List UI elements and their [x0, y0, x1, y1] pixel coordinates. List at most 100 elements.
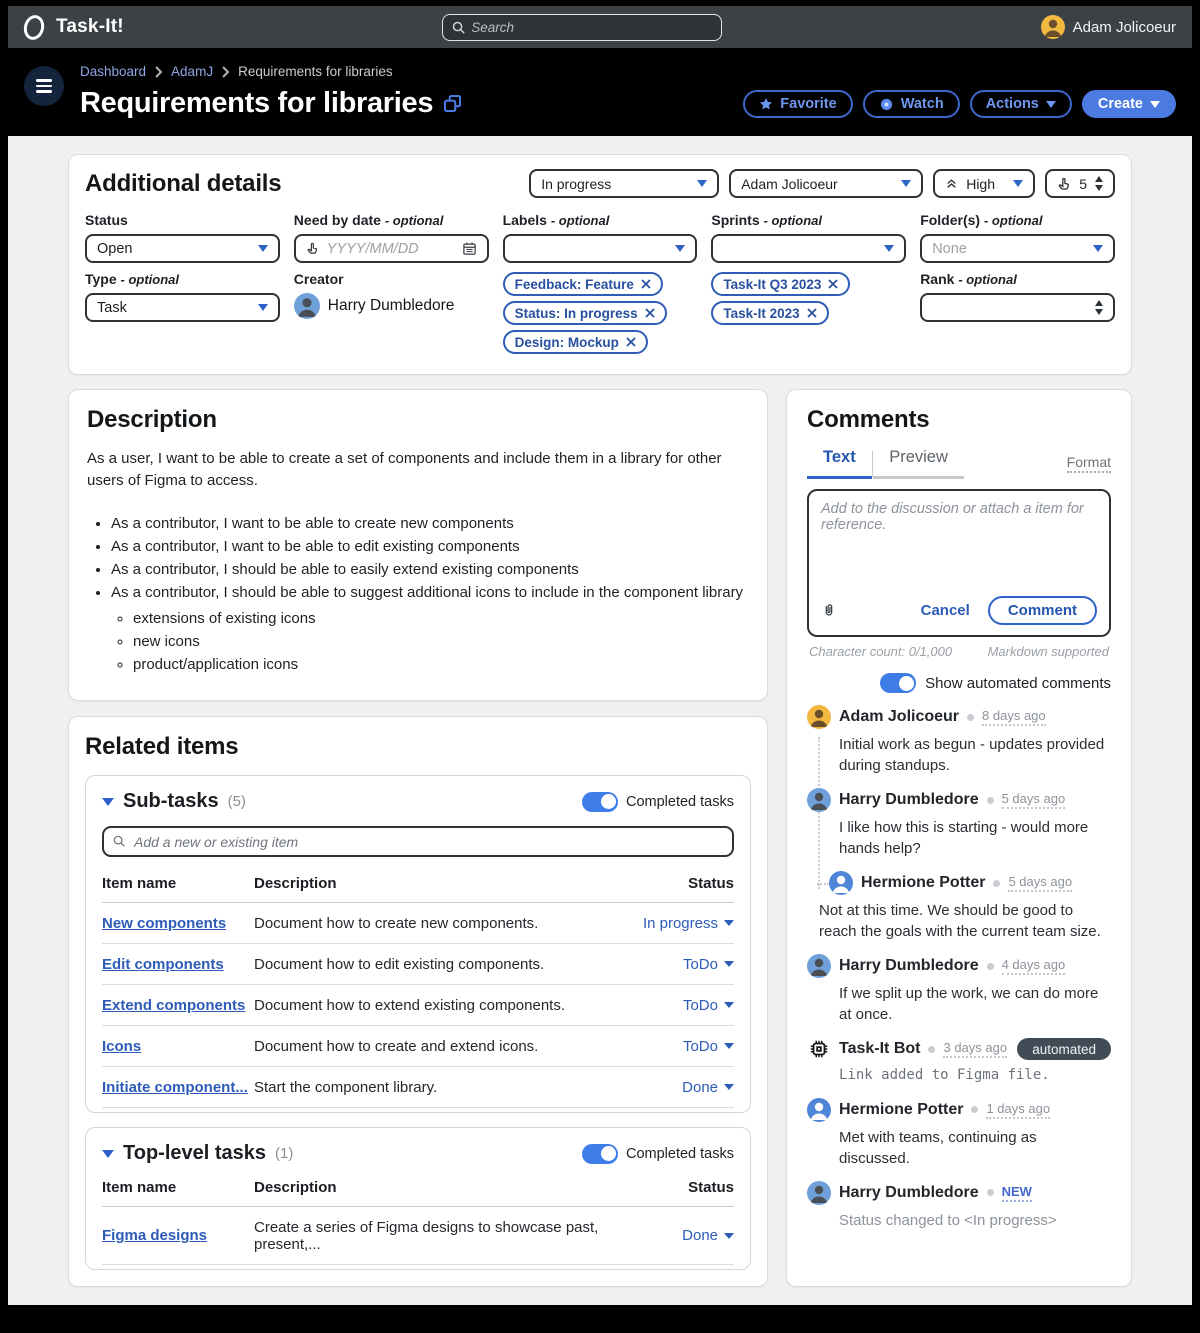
label-chip[interactable]: Status: In progress [503, 301, 667, 325]
collapse-icon[interactable] [102, 1150, 114, 1158]
automated-comments-toggle[interactable] [880, 673, 916, 693]
label-chip[interactable]: Feedback: Feature [503, 272, 663, 296]
create-button[interactable]: Create [1082, 90, 1176, 118]
breadcrumb-adamj[interactable]: AdamJ [171, 64, 213, 79]
close-icon[interactable] [828, 279, 838, 289]
column-header: Description [254, 1165, 622, 1207]
topbar: Task-It! Adam Jolicoeur [8, 6, 1192, 48]
user-menu[interactable]: Adam Jolicoeur [1041, 15, 1176, 39]
points-stepper[interactable]: 5 [1045, 169, 1115, 198]
comment-timestamp[interactable]: 3 days ago [943, 1040, 1007, 1058]
comment-timestamp[interactable]: 4 days ago [1002, 957, 1066, 975]
commenter-name: Hermione Potter [839, 1101, 963, 1119]
search-input[interactable] [442, 14, 722, 41]
need-by-date-input[interactable]: YYYY/MM/DD [294, 234, 489, 263]
completed-tasks-toggle[interactable] [582, 1144, 618, 1164]
priority-quick-dropdown[interactable]: High [933, 169, 1035, 198]
status-dropdown[interactable]: ToDo [683, 997, 734, 1014]
status-dropdown[interactable]: Open [85, 234, 280, 263]
creator-name: Harry Dumbledore [328, 297, 455, 315]
add-item-input[interactable] [102, 826, 734, 857]
breadcrumb-dashboard[interactable]: Dashboard [80, 64, 146, 79]
item-link[interactable]: Figma designs [102, 1227, 207, 1244]
menu-button[interactable] [24, 66, 64, 106]
rank-input[interactable] [920, 293, 1115, 322]
search-icon [451, 20, 466, 35]
comment-timestamp[interactable]: 1 days ago [986, 1101, 1050, 1119]
copy-icon[interactable] [443, 94, 462, 113]
status-dropdown[interactable]: ToDo [683, 1038, 734, 1055]
app-logo-icon [21, 12, 46, 41]
item-link[interactable]: Initiate component... [102, 1079, 248, 1096]
tab-preview[interactable]: Preview [873, 448, 964, 479]
completed-tasks-toggle[interactable] [582, 792, 618, 812]
description-sub-bullet: new icons [133, 630, 749, 653]
comment-text: I like how this is starting - would more… [839, 817, 1111, 859]
status-dropdown[interactable]: ToDo [683, 956, 734, 973]
folders-label: Folder(s) - optional [920, 212, 1115, 228]
sprint-chip[interactable]: Task-It 2023 [711, 301, 828, 325]
watch-button[interactable]: Watch [863, 90, 960, 118]
format-link[interactable]: Format [1067, 454, 1111, 473]
sprints-dropdown[interactable] [711, 234, 906, 263]
type-dropdown[interactable]: Task [85, 293, 280, 322]
item-link[interactable]: Extend components [102, 997, 245, 1014]
item-link[interactable]: Edit components [102, 956, 224, 973]
table-row: New components Document how to create ne… [102, 903, 734, 944]
status-quick-dropdown[interactable]: In progress [529, 169, 719, 198]
close-icon[interactable] [645, 308, 655, 318]
tab-text[interactable]: Text [807, 448, 872, 479]
calendar-icon[interactable] [462, 241, 477, 256]
collapse-icon[interactable] [102, 798, 114, 806]
need-by-date-label: Need by date - optional [294, 212, 489, 228]
close-icon[interactable] [641, 279, 651, 289]
caret-down-icon [1013, 180, 1023, 187]
topbar-center [124, 14, 1041, 41]
watch-icon [879, 97, 894, 112]
status-dropdown[interactable]: In progress [643, 915, 734, 932]
related-items-card: Related items Sub-tasks (5) Completed ta… [68, 716, 768, 1287]
assignee-quick-dropdown[interactable]: Adam Jolicoeur [729, 169, 923, 198]
sprints-label: Sprints - optional [711, 212, 906, 228]
date-placeholder: YYYY/MM/DD [327, 241, 419, 257]
comment-timestamp[interactable]: 5 days ago [1002, 791, 1066, 809]
comment-timestamp[interactable]: 8 days ago [982, 708, 1046, 726]
status-dropdown[interactable]: Done [682, 1079, 734, 1096]
comment-button[interactable]: Comment [988, 596, 1097, 625]
column-header: Item name [102, 861, 254, 903]
favorite-button[interactable]: Favorite [743, 90, 852, 118]
folders-dropdown[interactable]: None [920, 234, 1115, 263]
toplevel-title: Top-level tasks [123, 1142, 266, 1165]
status-dropdown[interactable]: Done [682, 1227, 734, 1244]
cancel-button[interactable]: Cancel [921, 602, 970, 619]
sprint-chip[interactable]: Task-It Q3 2023 [711, 272, 850, 296]
commenter-name: Harry Dumbledore [839, 1184, 979, 1202]
pointing-hand-icon [306, 242, 319, 255]
labels-dropdown[interactable] [503, 234, 698, 263]
chevron-right-icon [221, 66, 230, 78]
close-icon[interactable] [807, 308, 817, 318]
close-icon[interactable] [626, 337, 636, 347]
description-card: Description As a user, I want to be able… [68, 389, 768, 701]
comment-timestamp[interactable]: 5 days ago [1008, 874, 1072, 892]
comment-text: Initial work as begun - updates provided… [839, 734, 1111, 776]
actions-button[interactable]: Actions [970, 90, 1072, 118]
commenter-name: Adam Jolicoeur [839, 708, 959, 726]
comment-textarea[interactable] [819, 499, 1099, 587]
item-link[interactable]: Icons [102, 1038, 141, 1055]
toplevel-tasks-section: Top-level tasks (1) Completed tasks Item… [85, 1127, 751, 1270]
dot-separator [928, 1046, 935, 1053]
comment-system: Harry Dumbledore NEW Status changed to <… [807, 1181, 1111, 1231]
subtasks-table: Item name Description Status New compone… [102, 861, 734, 1108]
label-chip[interactable]: Design: Mockup [503, 330, 648, 354]
field-rank: Rank - optional [920, 263, 1115, 322]
dot-separator [971, 1106, 978, 1113]
sprint-chips: Task-It Q3 2023 Task-It 2023 [711, 272, 906, 325]
item-link[interactable]: New components [102, 915, 226, 932]
completed-tasks-label: Completed tasks [626, 794, 734, 810]
field-creator: Creator Harry Dumbledore [294, 263, 489, 319]
comments-list: Adam Jolicoeur 8 days ago Initial work a… [807, 705, 1111, 1231]
paperclip-icon[interactable] [821, 602, 837, 620]
new-badge[interactable]: NEW [1002, 1184, 1032, 1202]
description-title: Description [87, 406, 749, 434]
